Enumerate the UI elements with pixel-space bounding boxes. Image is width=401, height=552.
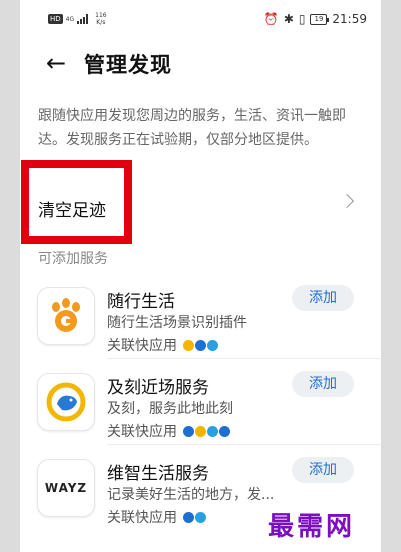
service-title: 随行生活 (107, 292, 175, 312)
related-apps: 关联快应用 (107, 335, 218, 355)
battery-icon: 19 (310, 13, 330, 25)
service-item: 随行生活 随行生活场景识别插件 关联快应用 添加 (20, 285, 381, 367)
status-right: ⏰ ✱ ▯ 19 21:59 (264, 12, 367, 26)
related-app-icons (183, 339, 218, 351)
service-subtitle: 随行生活场景识别插件 (107, 315, 247, 331)
add-button[interactable]: 添加 (292, 285, 354, 311)
service-item: 及刻近场服务 及刻，服务此地此刻 关联快应用 添加 (20, 371, 381, 453)
highlight-box (21, 160, 132, 244)
hd-badge: HD (48, 14, 63, 24)
add-button[interactable]: 添加 (292, 457, 354, 483)
divider (107, 358, 381, 359)
watermark: 最需网 (268, 512, 356, 542)
related-apps: 关联快应用 (107, 507, 206, 527)
status-left: HD 4G 116 K/s (48, 12, 107, 26)
service-title: 维智生活服务 (107, 464, 209, 484)
back-arrow-icon[interactable]: ← (46, 51, 66, 75)
divider (107, 444, 381, 445)
status-bar: HD 4G 116 K/s ⏰ ✱ ▯ 19 21:59 (20, 0, 381, 36)
network-type: 4G (65, 15, 75, 23)
vibrate-icon: ▯ (298, 12, 306, 26)
related-apps: 关联快应用 (107, 421, 230, 441)
signal-icon (77, 14, 89, 24)
service-subtitle: 记录美好生活的地方，发... (107, 487, 275, 503)
bluetooth-icon: ✱ (283, 12, 294, 26)
section-title: 可添加服务 (38, 251, 108, 267)
page-title: 管理发现 (84, 53, 172, 77)
phone-screen: HD 4G 116 K/s ⏰ ✱ ▯ 19 21:59 ← 管理发现 跟随快应用… (20, 0, 381, 552)
chevron-right-icon (339, 193, 355, 209)
service-title: 及刻近场服务 (107, 378, 209, 398)
add-button[interactable]: 添加 (292, 371, 354, 397)
header: ← 管理发现 (20, 45, 381, 85)
alarm-icon: ⏰ (263, 12, 279, 26)
net-speed: 116 K/s (95, 12, 107, 26)
clock: 21:59 (332, 12, 367, 26)
related-app-icons (183, 511, 206, 523)
related-app-icons (183, 425, 230, 437)
bird-icon (37, 373, 95, 431)
paw-icon (37, 287, 95, 345)
service-subtitle: 及刻，服务此地此刻 (107, 401, 233, 417)
wayz-logo: WAYZ (37, 459, 95, 517)
description-text: 跟随快应用发现您周边的服务，生活、资讯一触即达。发现服务正在试验期，仅部分地区提… (38, 108, 346, 148)
